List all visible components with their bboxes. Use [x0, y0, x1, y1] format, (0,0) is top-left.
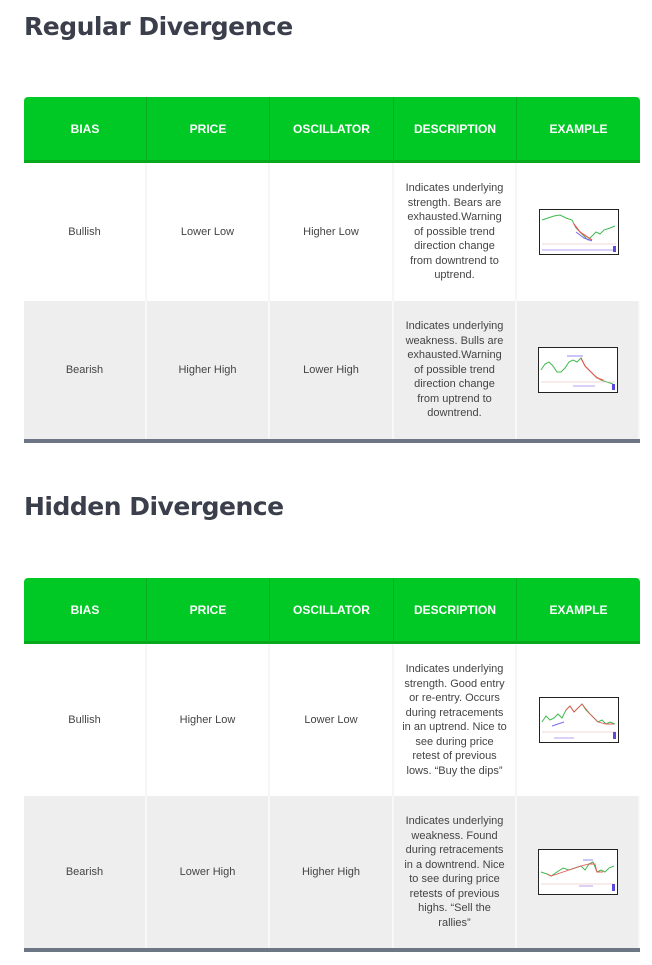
- table-footer-bar: [24, 948, 640, 952]
- price-cell: Lower High: [147, 796, 270, 948]
- oscillator-cell: Higher High: [270, 796, 394, 948]
- description-cell: Indicates underlying weakness. Found dur…: [394, 796, 517, 948]
- table-footer-bar: [24, 439, 640, 443]
- bias-cell: Bearish: [24, 301, 147, 439]
- example-cell: [517, 301, 640, 439]
- table-header-row: BIAS PRICE OSCILLATOR DESCRIPTION EXAMPL…: [24, 578, 640, 644]
- price-cell: Higher Low: [147, 644, 270, 796]
- table-header-row: BIAS PRICE OSCILLATOR DESCRIPTION EXAMPL…: [24, 97, 640, 163]
- chart-thumbnail-icon: [541, 214, 616, 252]
- header-bias: BIAS: [24, 97, 147, 163]
- header-price: PRICE: [147, 578, 270, 644]
- oscillator-cell: Higher Low: [270, 163, 394, 301]
- price-cell: Higher High: [147, 301, 270, 439]
- header-oscillator: OSCILLATOR: [270, 578, 394, 644]
- example-cell: [517, 644, 640, 796]
- header-price: PRICE: [147, 97, 270, 163]
- header-bias: BIAS: [24, 578, 147, 644]
- bias-cell: Bearish: [24, 796, 147, 948]
- section-title-hidden-divergence: Hidden Divergence: [24, 492, 284, 521]
- oscillator-cell: Lower High: [270, 301, 394, 439]
- oscillator-cell: Lower Low: [270, 644, 394, 796]
- example-chart-image[interactable]: [537, 347, 618, 393]
- chart-thumbnail-icon: [540, 355, 615, 390]
- hidden-divergence-table: BIAS PRICE OSCILLATOR DESCRIPTION EXAMPL…: [24, 578, 640, 952]
- header-description: DESCRIPTION: [394, 97, 517, 163]
- price-cell: Lower Low: [147, 163, 270, 301]
- bias-cell: Bullish: [24, 644, 147, 796]
- example-cell: [517, 796, 640, 948]
- bias-cell: Bullish: [24, 163, 147, 301]
- table-row: Bearish Lower High Higher High Indicates…: [24, 796, 640, 948]
- description-cell: Indicates underlying strength. Bears are…: [394, 163, 517, 301]
- description-cell: Indicates underlying weakness. Bulls are…: [394, 301, 517, 439]
- example-chart-image[interactable]: [537, 849, 618, 895]
- example-chart-image[interactable]: [538, 209, 619, 255]
- section-title-regular-divergence: Regular Divergence: [24, 12, 293, 41]
- regular-divergence-table: BIAS PRICE OSCILLATOR DESCRIPTION EXAMPL…: [24, 97, 640, 443]
- description-cell: Indicates underlying strength. Good entr…: [394, 644, 517, 796]
- header-example: EXAMPLE: [517, 97, 640, 163]
- header-example: EXAMPLE: [517, 578, 640, 644]
- example-chart-image[interactable]: [538, 697, 619, 743]
- header-oscillator: OSCILLATOR: [270, 97, 394, 163]
- table-row: Bullish Lower Low Higher Low Indicates u…: [24, 163, 640, 301]
- table-row: Bearish Higher High Lower High Indicates…: [24, 301, 640, 439]
- chart-thumbnail-icon: [541, 703, 616, 739]
- example-cell: [517, 163, 640, 301]
- table-row: Bullish Higher Low Lower Low Indicates u…: [24, 644, 640, 796]
- chart-thumbnail-icon: [540, 859, 615, 891]
- header-description: DESCRIPTION: [394, 578, 517, 644]
